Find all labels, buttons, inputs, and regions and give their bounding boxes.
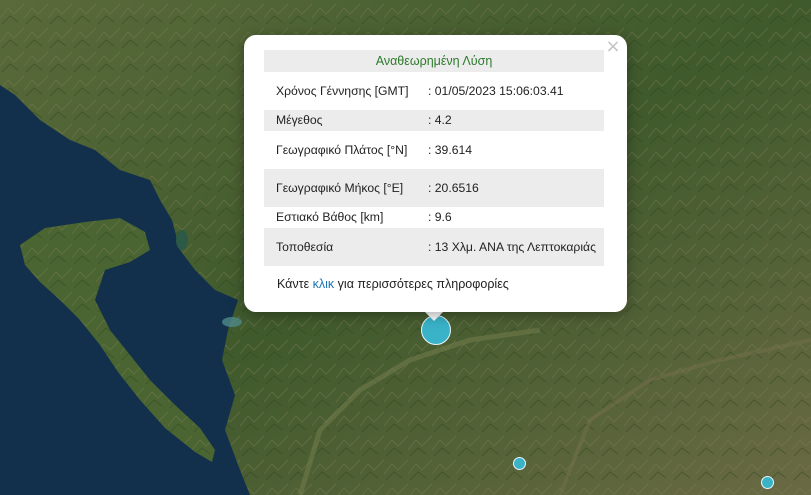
info-value: : 4.2: [428, 113, 452, 127]
lake: [176, 230, 188, 250]
popup-title: Αναθεωρημένη Λύση: [264, 50, 604, 72]
info-row-location: Τοποθεσία : 13 Χλμ. ΑΝΑ της Λεπτοκαριάς: [264, 228, 604, 266]
info-value: : 20.6516: [428, 180, 479, 195]
earthquake-popup: × Αναθεωρημένη Λύση Χρόνος Γέννησης [GMT…: [244, 35, 627, 312]
info-row-time: Χρόνος Γέννησης [GMT] : 01/05/2023 15:06…: [264, 72, 604, 110]
epicenter-marker[interactable]: [513, 457, 526, 470]
close-icon[interactable]: ×: [604, 38, 622, 56]
info-label: Γεωγραφικό Πλάτος [°N]: [276, 142, 408, 157]
popup-tip: [424, 311, 444, 321]
epicenter-marker[interactable]: [761, 476, 774, 489]
info-row-magnitude: Μέγεθος : 4.2: [264, 110, 604, 131]
more-info-link[interactable]: κλικ: [313, 277, 335, 291]
info-value: : 39.614: [428, 142, 473, 157]
info-row-latitude: Γεωγραφικό Πλάτος [°N] : 39.614: [264, 131, 604, 169]
info-label: Χρόνος Γέννησης [GMT]: [276, 83, 409, 98]
info-label: Τοποθεσία: [276, 239, 334, 254]
more-suffix: για περισσότερες πληροφορίες: [334, 277, 509, 291]
info-value: : 9.6: [428, 210, 452, 224]
info-label: Γεωγραφικό Μήκος [°E]: [276, 180, 404, 195]
lagoon: [222, 317, 242, 327]
more-info-text: Κάντε κλικ για περισσότερες πληροφορίες: [277, 277, 509, 291]
info-row-longitude: Γεωγραφικό Μήκος [°E] : 20.6516: [264, 169, 604, 207]
info-label: Μέγεθος: [276, 113, 323, 127]
info-row-depth: Εστιακό Βάθος [km] : 9.6: [264, 207, 604, 228]
info-value: : 01/05/2023 15:06:03.41: [428, 83, 564, 98]
info-label: Εστιακό Βάθος [km]: [276, 210, 384, 224]
earthquake-info-table: Χρόνος Γέννησης [GMT] : 01/05/2023 15:06…: [264, 72, 604, 266]
info-value: : 13 Χλμ. ΑΝΑ της Λεπτοκαριάς: [428, 239, 596, 254]
more-prefix: Κάντε: [277, 277, 313, 291]
